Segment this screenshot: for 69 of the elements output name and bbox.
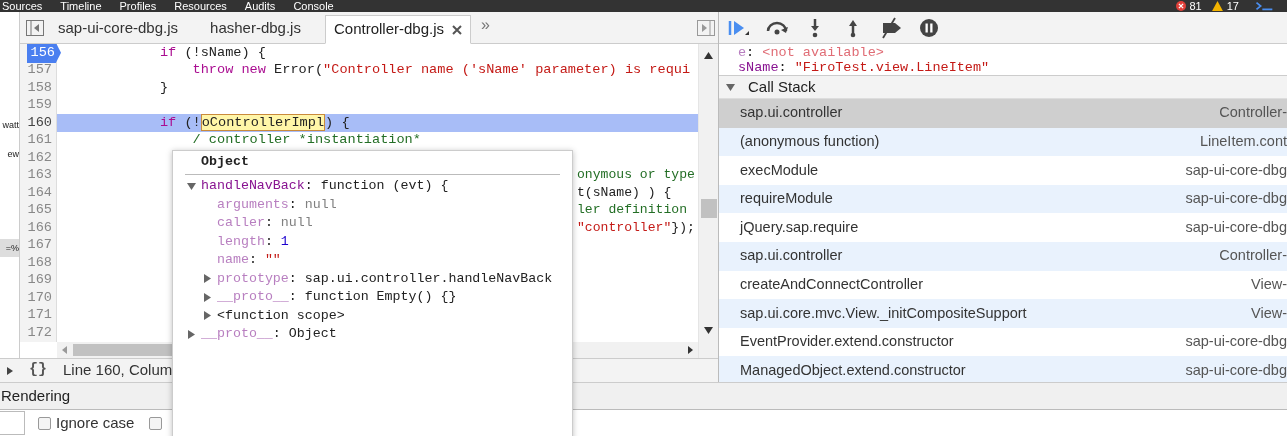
- expand-triangle-icon[interactable]: [7, 366, 13, 375]
- close-icon[interactable]: [452, 24, 462, 35]
- panel-tab[interactable]: Audits: [244, 0, 276, 12]
- panel-tab[interactable]: Resources: [174, 0, 227, 12]
- deactivate-breakpoints-icon[interactable]: [879, 16, 903, 39]
- call-stack-frame[interactable]: sap.ui.controller Controller-: [719, 241, 1287, 271]
- debugger-toggle-icon[interactable]: [697, 20, 715, 36]
- code-text: t(sName) ) {: [577, 183, 672, 202]
- call-stack-frame[interactable]: requireModule sap-ui-core-dbg: [719, 184, 1287, 214]
- expanded-triangle-icon[interactable]: [187, 181, 196, 191]
- property-entry: caller: null: [217, 214, 313, 233]
- call-stack-frame[interactable]: ManagedObject.extend.constructor sap-ui-core-dbg: [719, 356, 1287, 382]
- pause-icon[interactable]: [917, 16, 941, 39]
- scroll-down-icon[interactable]: [704, 327, 713, 334]
- file-tab[interactable]: hasher-dbg.js: [202, 14, 309, 43]
- panel-tab[interactable]: Profiles: [119, 0, 157, 12]
- panel-text: =%: [0, 239, 19, 257]
- call-stack-header[interactable]: Call Stack: [719, 76, 1287, 99]
- more-tabs-button[interactable]: »: [481, 13, 490, 37]
- property-entry: prototype: sap.ui.controller.handleNavBack: [217, 269, 553, 288]
- scroll-up-icon[interactable]: [704, 52, 713, 59]
- collapsed-triangle-icon[interactable]: [203, 274, 212, 284]
- panel-tab[interactable]: Console: [293, 0, 334, 12]
- property-entry: <function scope>: [217, 306, 345, 325]
- property-entry: handleNavBack: function (evt) {: [201, 177, 449, 196]
- checkbox-label: Ignore case: [56, 412, 135, 433]
- collapsed-triangle-icon[interactable]: [203, 292, 212, 302]
- property-entry: name: "": [217, 251, 281, 270]
- code-text: onymous or type: [577, 166, 695, 185]
- file-tab[interactable]: Controller-dbg.js: [324, 15, 471, 44]
- property-entry: arguments: null: [217, 195, 337, 214]
- code-text: / controller *instantiation*: [191, 131, 421, 150]
- cursor-position: Line 160, Colum: [63, 360, 173, 381]
- vertical-scrollbar[interactable]: [698, 44, 718, 358]
- code-text: "controller"});: [577, 218, 695, 237]
- panel-tab[interactable]: Timeline: [60, 0, 102, 12]
- scope-variable: e: <not available>: [738, 44, 884, 60]
- collapsed-triangle-icon[interactable]: [187, 329, 196, 339]
- call-stack-frame[interactable]: (anonymous function) LineItem.cont: [719, 127, 1287, 157]
- checkbox[interactable]: [38, 416, 51, 430]
- panel-text: watt: [2, 119, 19, 132]
- console-icon[interactable]: [1253, 1, 1275, 11]
- scope-variable: sName: "FiroTest.view.LineItem": [738, 59, 990, 75]
- panel-tab[interactable]: Sources: [2, 0, 43, 12]
- sidebar-toggle-icon[interactable]: [26, 20, 44, 36]
- property-entry: __proto__: function Empty() {}: [217, 288, 457, 307]
- error-count[interactable]: 81: [1189, 0, 1202, 12]
- popover-title: Object: [201, 154, 249, 169]
- call-stack-frame[interactable]: sap.ui.controller Controller-: [719, 99, 1287, 128]
- property-entry: length: 1: [217, 232, 289, 251]
- expanded-triangle-icon[interactable]: [726, 82, 735, 92]
- warning-count[interactable]: 17: [1226, 0, 1239, 12]
- code-text: if (!oControllerImpl) {: [158, 112, 350, 133]
- code-text: }: [158, 78, 169, 97]
- code-text: throw new Error("Controller name ('sName' parameter) is requi: [191, 61, 691, 80]
- property-entry: __proto__: Object: [201, 325, 337, 344]
- line-number[interactable]: 156: [26, 44, 61, 63]
- drawer-tab[interactable]: Rendering: [0, 384, 71, 408]
- panel-text: ew: [7, 148, 19, 161]
- scroll-right-icon[interactable]: [686, 346, 694, 354]
- code-text: if (!sName) {: [158, 44, 266, 62]
- scrollbar-thumb[interactable]: [700, 199, 717, 218]
- file-tab[interactable]: sap-ui-core-dbg.js: [50, 14, 187, 43]
- pretty-print-button[interactable]: {}: [29, 359, 47, 382]
- code-text: ler definition: [577, 201, 687, 220]
- checkbox[interactable]: [149, 416, 163, 430]
- call-stack-frame[interactable]: sap.ui.core.mvc.View._initCompositeSupport View-: [719, 299, 1287, 328]
- collapsed-triangle-icon[interactable]: [203, 311, 212, 321]
- search-field[interactable]: [0, 411, 25, 435]
